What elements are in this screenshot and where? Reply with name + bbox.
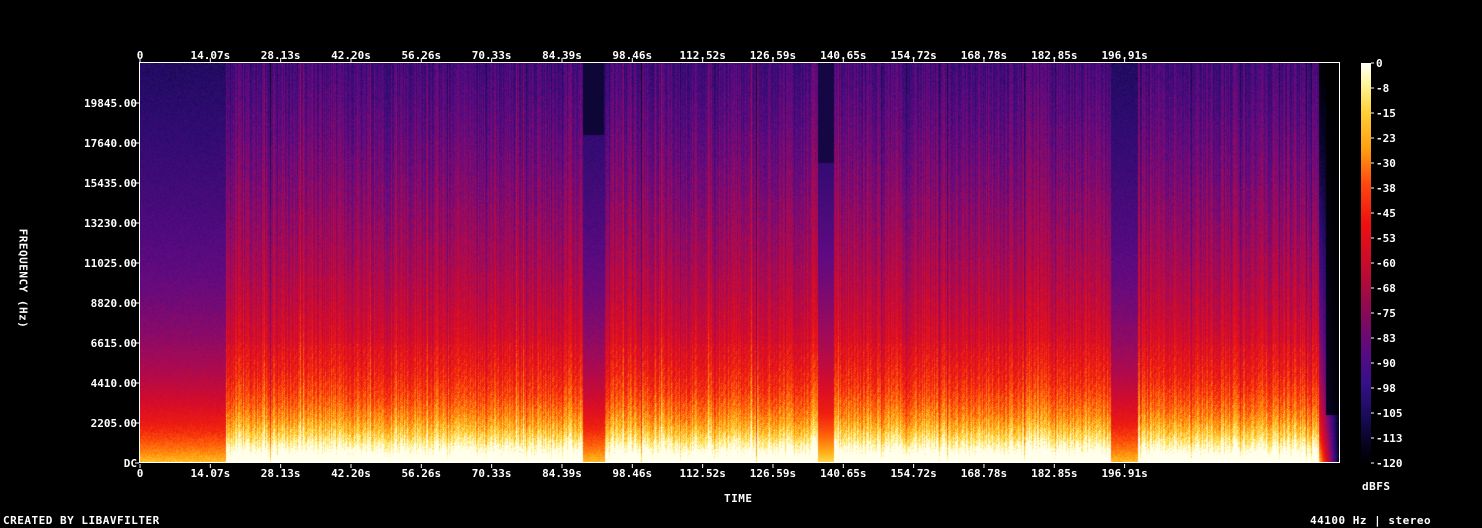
colorbar-tick-label: -38 (1376, 182, 1396, 195)
y-tick-label: 2205.00 (91, 417, 137, 430)
x-tick-label-bottom: 56.26s (401, 467, 441, 480)
x-tick-label-top: 0 (137, 49, 144, 62)
x-tick-label-bottom: 154.72s (890, 467, 936, 480)
colorbar-tick-label: -30 (1376, 157, 1396, 170)
y-tick-label: 11025.00 (84, 257, 137, 270)
x-tick-label-bottom: 196.91s (1101, 467, 1147, 480)
x-tick-label-bottom: 140.65s (820, 467, 866, 480)
x-tick-label-top: 42.20s (331, 49, 371, 62)
y-tick-label: 6615.00 (91, 337, 137, 350)
y-tick-label: 13230.00 (84, 217, 137, 230)
colorbar-tick-label: 0 (1376, 57, 1383, 70)
y-axis-label: FREQUENCY (Hz) (16, 228, 30, 329)
colorbar-label: dBFS (1362, 480, 1391, 493)
x-tick-label-top: 140.65s (820, 49, 866, 62)
x-tick-label-bottom: 84.39s (542, 467, 582, 480)
x-tick-label-bottom: 42.20s (331, 467, 371, 480)
colorbar-tick-label: -98 (1376, 382, 1396, 395)
colorbar-tick-label: -60 (1376, 257, 1396, 270)
x-tick-label-bottom: 28.13s (261, 467, 301, 480)
x-tick-label-top: 28.13s (261, 49, 301, 62)
x-tick-label-top: 112.52s (679, 49, 725, 62)
format-text: 44100 Hz | stereo (1310, 514, 1432, 527)
colorbar-tick-label: -8 (1376, 82, 1389, 95)
x-tick-label-top: 56.26s (401, 49, 441, 62)
y-tick-label: DC (124, 457, 137, 470)
colorbar-tick-label: -15 (1376, 107, 1396, 120)
x-tick-label-bottom: 0 (137, 467, 144, 480)
y-tick-label: 8820.00 (91, 297, 137, 310)
x-tick-label-top: 196.91s (1101, 49, 1147, 62)
colorbar-tick-label: -53 (1376, 232, 1396, 245)
colorbar-tick-label: -23 (1376, 132, 1396, 145)
y-tick-label: 19845.00 (84, 97, 137, 110)
x-tick-label-bottom: 70.33s (472, 467, 512, 480)
x-tick-label-top: 126.59s (750, 49, 796, 62)
x-tick-label-bottom: 182.85s (1031, 467, 1077, 480)
colorbar-tick-label: -113 (1376, 432, 1403, 445)
x-tick-label-bottom: 168.78s (961, 467, 1007, 480)
y-tick-label: 4410.00 (91, 377, 137, 390)
x-tick-label-bottom: 14.07s (190, 467, 230, 480)
x-tick-label-top: 182.85s (1031, 49, 1077, 62)
x-tick-label-bottom: 126.59s (750, 467, 796, 480)
colorbar-tick-label: -75 (1376, 307, 1396, 320)
y-tick-label: 17640.00 (84, 137, 137, 150)
x-tick-label-top: 154.72s (890, 49, 936, 62)
x-tick-label-bottom: 98.46s (612, 467, 652, 480)
colorbar-tick-label: -120 (1376, 457, 1403, 470)
y-tick-label: 15435.00 (84, 177, 137, 190)
x-tick-label-bottom: 112.52s (679, 467, 725, 480)
x-tick-label-top: 70.33s (472, 49, 512, 62)
x-tick-label-top: 168.78s (961, 49, 1007, 62)
colorbar-tick-label: -105 (1376, 407, 1403, 420)
colorbar-tick-label: -45 (1376, 207, 1396, 220)
colorbar-tick-label: -83 (1376, 332, 1396, 345)
x-axis-label: TIME (724, 492, 753, 505)
credit-text: CREATED BY LIBAVFILTER (3, 514, 160, 527)
x-tick-label-top: 84.39s (542, 49, 582, 62)
colorbar-tick-label: -68 (1376, 282, 1396, 295)
colorbar-tick-label: -90 (1376, 357, 1396, 370)
colorbar (1361, 63, 1371, 463)
x-tick-label-top: 98.46s (612, 49, 652, 62)
axes-layer: 0 0 14.07s 14.07s 28.13s 28.13s 42.20s 42.20s 56… (84, 49, 1403, 480)
x-tick-label-top: 14.07s (190, 49, 230, 62)
